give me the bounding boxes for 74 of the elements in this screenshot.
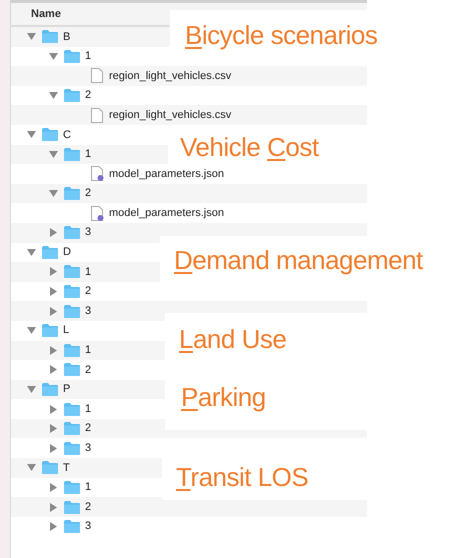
folder-icon bbox=[42, 128, 58, 142]
annotation-label: Parking bbox=[181, 381, 266, 414]
expand-triangle-icon[interactable] bbox=[49, 482, 58, 492]
expand-triangle-icon[interactable] bbox=[49, 424, 58, 434]
folder-icon bbox=[64, 480, 80, 494]
folder-icon bbox=[42, 30, 58, 44]
folder-icon bbox=[64, 402, 80, 416]
folder-name[interactable]: 1 bbox=[85, 400, 92, 418]
folder-name[interactable]: P bbox=[63, 381, 70, 398]
expand-triangle-icon[interactable] bbox=[49, 522, 58, 532]
collapse-triangle-icon[interactable] bbox=[27, 384, 36, 394]
expand-triangle-icon[interactable] bbox=[49, 365, 58, 374]
collapse-triangle-icon[interactable] bbox=[49, 150, 58, 159]
folder-icon bbox=[64, 500, 80, 514]
folder-icon bbox=[64, 89, 80, 102]
collapse-triangle-icon[interactable] bbox=[49, 52, 58, 61]
annotation-label: Land Use bbox=[179, 322, 286, 356]
annotation-label: Bicycle scenarios bbox=[185, 18, 378, 52]
folder-name[interactable]: 1 bbox=[85, 48, 92, 65]
folder-name[interactable]: 2 bbox=[85, 283, 92, 300]
folder-name[interactable]: 1 bbox=[85, 146, 92, 163]
folder-icon bbox=[64, 50, 80, 63]
folder-name[interactable]: 1 bbox=[85, 264, 92, 280]
expand-triangle-icon[interactable] bbox=[49, 346, 58, 355]
collapse-triangle-icon[interactable] bbox=[27, 463, 36, 472]
folder-name[interactable]: 2 bbox=[85, 87, 92, 104]
folder-icon bbox=[64, 187, 80, 200]
folder-icon bbox=[64, 265, 80, 278]
folder-name[interactable]: 1 bbox=[85, 342, 92, 359]
annotation-label: Demand management bbox=[174, 244, 423, 276]
expand-triangle-icon[interactable] bbox=[49, 404, 58, 414]
annotation-label: Transit LOS bbox=[176, 461, 308, 494]
folder-name[interactable]: B bbox=[63, 28, 70, 46]
collapse-triangle-icon[interactable] bbox=[27, 248, 36, 257]
expand-triangle-icon[interactable] bbox=[49, 267, 58, 276]
expand-triangle-icon[interactable] bbox=[49, 287, 58, 296]
folder-name[interactable]: T bbox=[63, 460, 70, 476]
folder-name[interactable]: 2 bbox=[85, 362, 92, 378]
folder-name[interactable]: 3 bbox=[85, 518, 92, 535]
folder-name[interactable]: 3 bbox=[85, 302, 92, 320]
folder-name[interactable]: 1 bbox=[85, 479, 92, 496]
folder-icon bbox=[64, 422, 80, 436]
folder-icon bbox=[64, 344, 80, 357]
folder-name[interactable]: 3 bbox=[85, 440, 92, 457]
folder-icon bbox=[42, 324, 58, 338]
collapse-triangle-icon[interactable] bbox=[49, 91, 58, 100]
expand-triangle-icon[interactable] bbox=[49, 306, 58, 316]
expand-triangle-icon[interactable] bbox=[49, 502, 58, 512]
folder-icon bbox=[64, 285, 80, 298]
folder-icon bbox=[42, 382, 58, 396]
collapse-triangle-icon[interactable] bbox=[27, 326, 36, 336]
file-name[interactable]: model_parameters.json bbox=[109, 204, 224, 222]
folder-name[interactable]: 2 bbox=[85, 185, 92, 202]
folder-icon bbox=[42, 461, 58, 474]
annotation-label: Vehicle Cost bbox=[180, 130, 319, 164]
expand-triangle-icon[interactable] bbox=[49, 444, 58, 453]
folder-icon bbox=[64, 363, 80, 376]
folder-icon bbox=[64, 442, 80, 455]
collapse-triangle-icon[interactable] bbox=[49, 189, 58, 198]
folder-icon bbox=[64, 226, 80, 240]
folder-name[interactable]: L bbox=[63, 322, 70, 339]
folder-icon bbox=[64, 304, 80, 318]
folder-icon bbox=[42, 246, 58, 259]
folder-name[interactable]: 2 bbox=[85, 420, 92, 437]
file-name[interactable]: model_parameters.json bbox=[109, 166, 224, 182]
folder-name[interactable]: 3 bbox=[85, 224, 92, 241]
folder-name[interactable]: D bbox=[63, 244, 71, 261]
folder-name[interactable]: C bbox=[63, 126, 71, 144]
folder-icon bbox=[64, 520, 80, 534]
folder-icon bbox=[64, 148, 80, 161]
expand-triangle-icon[interactable] bbox=[49, 228, 58, 238]
folder-name[interactable]: 2 bbox=[85, 498, 92, 516]
collapse-triangle-icon[interactable] bbox=[27, 32, 36, 42]
collapse-triangle-icon[interactable] bbox=[27, 130, 36, 140]
